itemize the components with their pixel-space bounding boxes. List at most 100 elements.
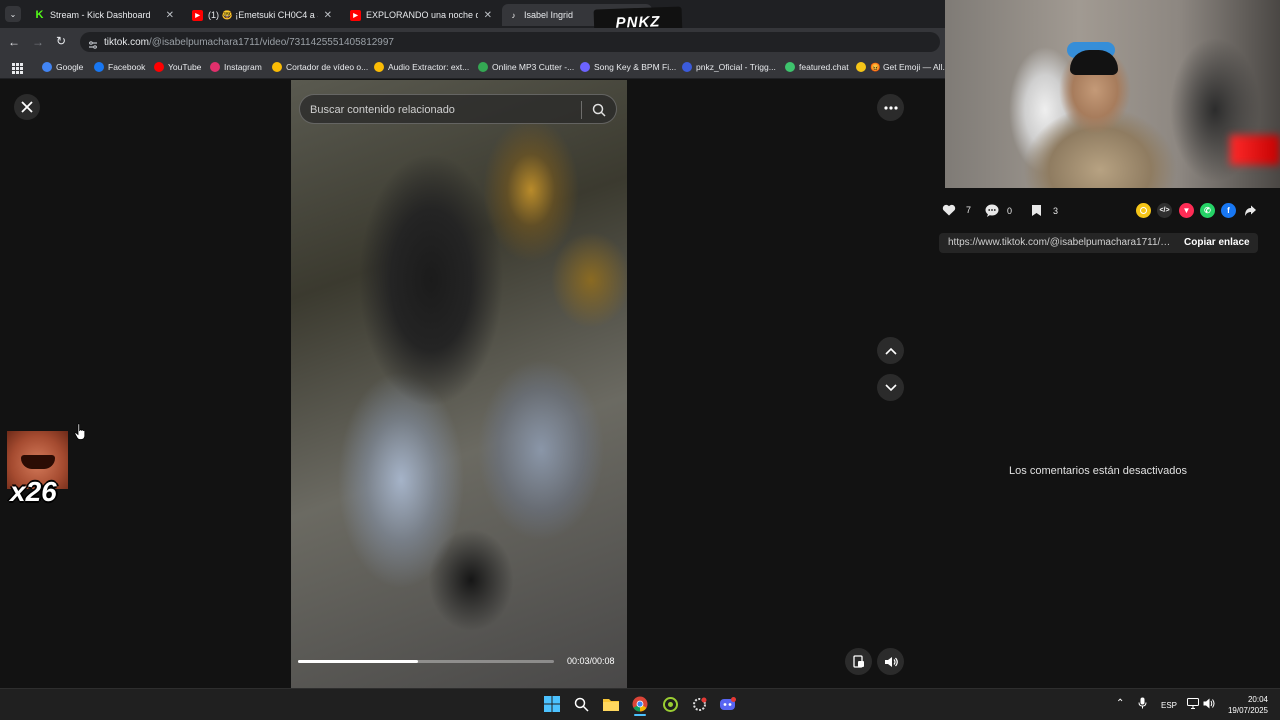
share-link-text[interactable]: https://www.tiktok.com/@isabelpumachara1… [948, 237, 1174, 248]
bookmark-favicon-icon [210, 62, 220, 72]
video-player[interactable] [291, 80, 627, 688]
send-to-friends-icon[interactable]: ▼ [1179, 203, 1194, 218]
tab-close-icon[interactable]: ✕ [484, 10, 492, 21]
bookmark-favicon-icon [682, 62, 692, 72]
bookmark-favicon-icon [856, 62, 866, 72]
site-info-icon[interactable] [88, 37, 98, 49]
apps-grid-icon[interactable] [12, 61, 23, 74]
emote-combo-count: x26 [10, 476, 57, 507]
windows-start-icon[interactable] [542, 694, 562, 714]
system-clock[interactable]: 20:04 19/07/2025 [1224, 694, 1268, 716]
whatsapp-icon[interactable]: ✆ [1200, 203, 1215, 218]
tab-youtube-1[interactable]: ▶ (1) 🤓 ¡Emetsuki CH0C4 a Sach ✕ [186, 4, 336, 26]
next-video-button[interactable] [877, 374, 904, 401]
more-options-button[interactable] [877, 94, 904, 121]
tab-close-icon[interactable]: ✕ [324, 10, 332, 21]
more-dots-icon [883, 105, 898, 110]
tab-title: Stream - Kick Dashboard [50, 10, 151, 20]
back-arrow-icon[interactable]: ← [8, 35, 20, 49]
bookmark-label: featured.chat [799, 62, 849, 72]
like-button[interactable]: 7 [942, 204, 971, 216]
bookmark-item[interactable]: Facebook [94, 60, 145, 74]
youtube-icon: ▶ [350, 9, 361, 21]
coin-share-icon[interactable] [1136, 203, 1151, 218]
bookmark-item[interactable]: 😡 Get Emoji — All... [856, 60, 950, 74]
rgb-light [1230, 135, 1280, 165]
app-icon-gear[interactable] [689, 694, 709, 714]
bookmark-item[interactable]: YouTube [154, 60, 201, 74]
clock-time: 20:04 [1247, 695, 1268, 704]
comments-disabled-message: Los comentarios están desactivados [1009, 465, 1187, 477]
hair [1070, 50, 1118, 75]
reload-icon[interactable]: ↻ [56, 34, 66, 48]
tab-youtube-2[interactable]: ▶ EXPLORANDO una noche de E ✕ [344, 4, 496, 26]
bookmark-favicon-icon [154, 62, 164, 72]
bookmark-label: pnkz_Oficial - Trigg... [696, 62, 776, 72]
bookmark-label: Google [56, 62, 84, 72]
share-arrow-icon[interactable] [1244, 204, 1257, 222]
previous-video-button[interactable] [877, 337, 904, 364]
bookmark-item[interactable]: Online MP3 Cutter -... [478, 60, 574, 74]
embed-code-icon[interactable]: </> [1157, 203, 1172, 218]
bookmark-item[interactable]: featured.chat [785, 60, 849, 74]
search-icon[interactable] [591, 102, 607, 118]
like-count: 7 [966, 205, 972, 215]
bookmark-favicon-icon [580, 62, 590, 72]
bookmark-item[interactable]: Instagram [210, 60, 262, 74]
copy-link-button[interactable]: Copiar enlace [1184, 237, 1250, 248]
save-count: 3 [1053, 205, 1059, 216]
address-bar[interactable]: tiktok.com/@isabelpumachara1711/video/73… [80, 32, 940, 52]
hand-cursor-icon [74, 423, 86, 440]
bookmark-label: Cortador de vídeo o... [286, 62, 369, 72]
tray-chevron-up-icon[interactable]: ⌃ [1116, 698, 1124, 709]
bookmark-item[interactable]: Audio Extractor: ext... [374, 60, 469, 74]
microphone-icon[interactable] [1138, 697, 1147, 711]
search-input[interactable] [310, 101, 580, 119]
tiktok-icon: ♪ [511, 10, 516, 20]
bookmark-label: YouTube [168, 62, 202, 72]
taskbar-search-icon[interactable] [571, 694, 591, 714]
heart-icon [942, 204, 956, 216]
active-app-indicator [634, 714, 646, 716]
bookmark-item[interactable]: pnkz_Oficial - Trigg... [682, 60, 776, 74]
url-host: tiktok.com [104, 36, 150, 48]
bookmark-item[interactable]: Song Key & BPM Fi... [580, 60, 676, 74]
video-time: 00:03/00:08 [567, 656, 615, 666]
forward-arrow-icon[interactable]: → [32, 35, 44, 49]
comment-button[interactable]: 0 [985, 204, 1012, 217]
chrome-icon[interactable] [630, 694, 650, 714]
picture-in-picture-button[interactable] [845, 648, 872, 675]
tab-close-icon[interactable]: ✕ [166, 10, 174, 21]
chevron-up-icon [884, 347, 897, 355]
tab-search-button[interactable]: ⌄ [5, 6, 21, 22]
tab-title: EXPLORANDO una noche de E [366, 10, 478, 20]
network-icon[interactable] [1187, 698, 1199, 711]
volume-icon [884, 656, 898, 667]
bookmark-label: Audio Extractor: ext... [388, 62, 470, 72]
bookmark-label: Song Key & BPM Fi... [594, 62, 677, 72]
bookmark-label: 😡 Get Emoji — All... [870, 61, 950, 72]
bookmark-item[interactable]: Cortador de vídeo o... [272, 60, 368, 74]
bookmark-item[interactable]: Google [42, 60, 83, 74]
tab-kick-dashboard[interactable]: K Stream - Kick Dashboard ✕ [28, 4, 178, 26]
volume-button[interactable] [877, 648, 904, 675]
app-icon-green[interactable] [660, 694, 680, 714]
bookmark-favicon-icon [785, 62, 795, 72]
bookmark-label: Instagram [224, 62, 262, 72]
facebook-share-icon[interactable]: f [1221, 203, 1236, 218]
save-button[interactable]: 3 [1031, 204, 1058, 217]
clock-date: 19/07/2025 [1227, 706, 1268, 715]
search-bar[interactable] [299, 94, 617, 124]
tab-title: (1) 🤓 ¡Emetsuki CH0C4 a Sach [208, 9, 318, 20]
discord-icon[interactable] [718, 694, 738, 714]
language-indicator[interactable]: ESP [1161, 701, 1177, 710]
bookmark-icon [1032, 205, 1041, 216]
file-explorer-icon[interactable] [601, 694, 621, 714]
close-video-button[interactable] [14, 94, 40, 120]
close-icon [21, 101, 33, 113]
kick-icon: K [35, 9, 44, 21]
speaker-icon[interactable] [1203, 698, 1215, 711]
bookmark-label: Online MP3 Cutter -... [492, 62, 575, 72]
bookmark-favicon-icon [94, 62, 104, 72]
pip-icon [852, 655, 864, 668]
